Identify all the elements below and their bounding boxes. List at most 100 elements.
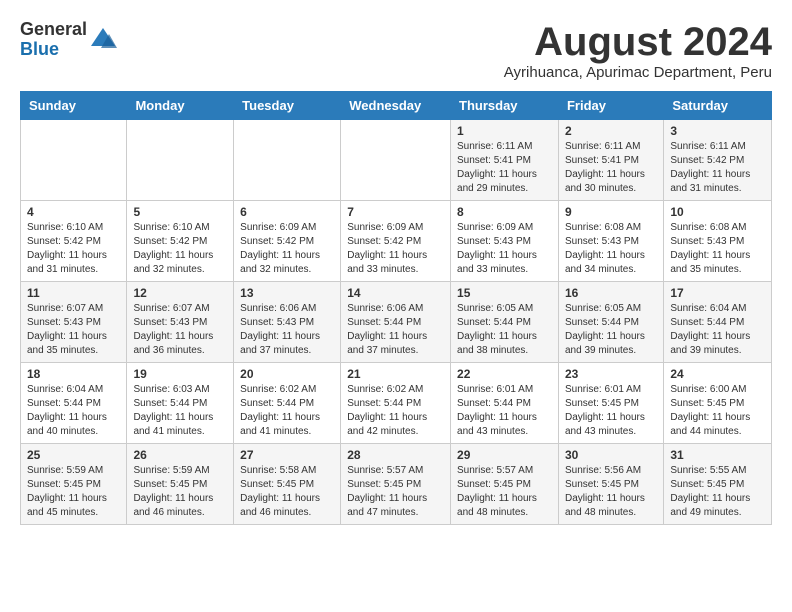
day-number: 6 (240, 205, 334, 219)
day-number: 8 (457, 205, 552, 219)
header-friday: Friday (558, 92, 663, 120)
day-cell: 23 Sunrise: 6:01 AMSunset: 5:45 PMDayligh… (558, 363, 663, 444)
day-number: 24 (670, 367, 765, 381)
day-number: 27 (240, 448, 334, 462)
day-cell: 16 Sunrise: 6:05 AMSunset: 5:44 PMDayligh… (558, 282, 663, 363)
day-content: Sunrise: 6:01 AMSunset: 5:44 PMDaylight:… (457, 383, 552, 439)
day-cell: 24 Sunrise: 6:00 AMSunset: 5:45 PMDayligh… (664, 363, 772, 444)
day-number: 31 (670, 448, 765, 462)
week-row-4: 18Sunrise: 6:04 AMSunset: 5:44 PMDayligh… (21, 363, 772, 444)
day-content: Sunrise: 6:09 AMSunset: 5:42 PMDaylight:… (240, 221, 334, 277)
day-content: Sunrise: 5:57 AMSunset: 5:45 PMDaylight:… (347, 464, 444, 520)
day-cell (341, 120, 451, 201)
day-number: 22 (457, 367, 552, 381)
day-cell: 13 Sunrise: 6:06 AMSunset: 5:43 PMDayligh… (234, 282, 341, 363)
day-number: 21 (347, 367, 444, 381)
logo-blue: Blue (20, 40, 87, 60)
day-content: Sunrise: 6:03 AMSunset: 5:44 PMDaylight:… (133, 383, 227, 439)
day-content: Sunrise: 6:07 AMSunset: 5:43 PMDaylight:… (133, 302, 227, 358)
day-cell: 4Sunrise: 6:10 AMSunset: 5:42 PMDaylight… (21, 201, 127, 282)
day-number: 30 (565, 448, 657, 462)
week-row-2: 4Sunrise: 6:10 AMSunset: 5:42 PMDaylight… (21, 201, 772, 282)
day-cell: 7 Sunrise: 6:09 AMSunset: 5:42 PMDaylight… (341, 201, 451, 282)
day-cell: 27Sunrise: 5:58 AMSunset: 5:45 PMDayligh… (234, 444, 341, 525)
day-content: Sunrise: 6:04 AMSunset: 5:44 PMDaylight:… (27, 383, 120, 439)
day-content: Sunrise: 6:08 AMSunset: 5:43 PMDaylight:… (565, 221, 657, 277)
week-row-1: 1 Sunrise: 6:11 AMSunset: 5:41 PMDaylight… (21, 120, 772, 201)
day-number: 16 (565, 286, 657, 300)
day-cell: 19 Sunrise: 6:03 AMSunset: 5:44 PMDayligh… (127, 363, 234, 444)
day-number: 5 (133, 205, 227, 219)
day-number: 3 (670, 124, 765, 138)
day-number: 17 (670, 286, 765, 300)
day-content: Sunrise: 6:11 AMSunset: 5:42 PMDaylight:… (670, 140, 765, 196)
calendar-table: SundayMondayTuesdayWednesdayThursdayFrid… (20, 91, 772, 525)
header-sunday: Sunday (21, 92, 127, 120)
day-cell: 11 Sunrise: 6:07 AMSunset: 5:43 PMDayligh… (21, 282, 127, 363)
day-number: 13 (240, 286, 334, 300)
day-number: 25 (27, 448, 120, 462)
day-cell: 25Sunrise: 5:59 AMSunset: 5:45 PMDayligh… (21, 444, 127, 525)
day-number: 9 (565, 205, 657, 219)
day-cell: 22 Sunrise: 6:01 AMSunset: 5:44 PMDayligh… (451, 363, 559, 444)
day-cell: 20 Sunrise: 6:02 AMSunset: 5:44 PMDayligh… (234, 363, 341, 444)
day-cell: 31 Sunrise: 5:55 AMSunset: 5:45 PMDayligh… (664, 444, 772, 525)
day-content: Sunrise: 6:10 AMSunset: 5:42 PMDaylight:… (27, 221, 120, 277)
header-saturday: Saturday (664, 92, 772, 120)
logo-general: General (20, 20, 87, 40)
day-cell: 17Sunrise: 6:04 AMSunset: 5:44 PMDayligh… (664, 282, 772, 363)
page-header: General Blue August 2024 Ayrihuanca, Apu… (20, 20, 772, 81)
day-cell: 6 Sunrise: 6:09 AMSunset: 5:42 PMDaylight… (234, 201, 341, 282)
logo: General Blue (20, 20, 117, 60)
day-cell: 8 Sunrise: 6:09 AMSunset: 5:43 PMDaylight… (451, 201, 559, 282)
subtitle: Ayrihuanca, Apurimac Department, Peru (504, 64, 772, 81)
logo-icon (89, 26, 117, 54)
title-section: August 2024 Ayrihuanca, Apurimac Departm… (504, 20, 772, 81)
day-content: Sunrise: 6:08 AMSunset: 5:43 PMDaylight:… (670, 221, 765, 277)
day-cell: 9 Sunrise: 6:08 AMSunset: 5:43 PMDaylight… (558, 201, 663, 282)
day-number: 10 (670, 205, 765, 219)
day-cell: 3 Sunrise: 6:11 AMSunset: 5:42 PMDaylight… (664, 120, 772, 201)
day-cell (127, 120, 234, 201)
day-content: Sunrise: 6:05 AMSunset: 5:44 PMDaylight:… (457, 302, 552, 358)
day-number: 23 (565, 367, 657, 381)
day-cell: 18Sunrise: 6:04 AMSunset: 5:44 PMDayligh… (21, 363, 127, 444)
day-cell: 1 Sunrise: 6:11 AMSunset: 5:41 PMDaylight… (451, 120, 559, 201)
day-cell: 21Sunrise: 6:02 AMSunset: 5:44 PMDayligh… (341, 363, 451, 444)
day-cell: 26Sunrise: 5:59 AMSunset: 5:45 PMDayligh… (127, 444, 234, 525)
day-number: 2 (565, 124, 657, 138)
month-title: August 2024 (504, 20, 772, 64)
logo-text: General Blue (20, 20, 87, 60)
day-number: 19 (133, 367, 227, 381)
week-row-3: 11 Sunrise: 6:07 AMSunset: 5:43 PMDayligh… (21, 282, 772, 363)
day-content: Sunrise: 6:01 AMSunset: 5:45 PMDaylight:… (565, 383, 657, 439)
day-number: 1 (457, 124, 552, 138)
day-content: Sunrise: 6:06 AMSunset: 5:43 PMDaylight:… (240, 302, 334, 358)
day-content: Sunrise: 6:07 AMSunset: 5:43 PMDaylight:… (27, 302, 120, 358)
day-cell (21, 120, 127, 201)
day-content: Sunrise: 6:09 AMSunset: 5:42 PMDaylight:… (347, 221, 444, 277)
week-row-5: 25 Sunrise: 5:59 AMSunset: 5:45 PMDayligh… (21, 444, 772, 525)
day-content: Sunrise: 5:59 AMSunset: 5:45 PMDaylight:… (133, 464, 227, 520)
day-number: 7 (347, 205, 444, 219)
day-content: Sunrise: 6:02 AMSunset: 5:44 PMDaylight:… (240, 383, 334, 439)
day-number: 11 (27, 286, 120, 300)
day-content: Sunrise: 5:55 AMSunset: 5:45 PMDaylight:… (670, 464, 765, 520)
day-content: Sunrise: 6:00 AMSunset: 5:45 PMDaylight:… (670, 383, 765, 439)
day-content: Sunrise: 6:05 AMSunset: 5:44 PMDaylight:… (565, 302, 657, 358)
header-tuesday: Tuesday (234, 92, 341, 120)
day-cell: 12 Sunrise: 6:07 AMSunset: 5:43 PMDayligh… (127, 282, 234, 363)
day-number: 28 (347, 448, 444, 462)
day-content: Sunrise: 6:09 AMSunset: 5:43 PMDaylight:… (457, 221, 552, 277)
header-monday: Monday (127, 92, 234, 120)
day-number: 20 (240, 367, 334, 381)
day-content: Sunrise: 6:11 AMSunset: 5:41 PMDaylight:… (457, 140, 552, 196)
header-thursday: Thursday (451, 92, 559, 120)
day-cell: 5Sunrise: 6:10 AMSunset: 5:42 PMDaylight… (127, 201, 234, 282)
day-cell: 14Sunrise: 6:06 AMSunset: 5:44 PMDayligh… (341, 282, 451, 363)
day-number: 14 (347, 286, 444, 300)
day-cell: 30Sunrise: 5:56 AMSunset: 5:45 PMDayligh… (558, 444, 663, 525)
day-number: 12 (133, 286, 227, 300)
header-row: SundayMondayTuesdayWednesdayThursdayFrid… (21, 92, 772, 120)
day-content: Sunrise: 5:57 AMSunset: 5:45 PMDaylight:… (457, 464, 552, 520)
